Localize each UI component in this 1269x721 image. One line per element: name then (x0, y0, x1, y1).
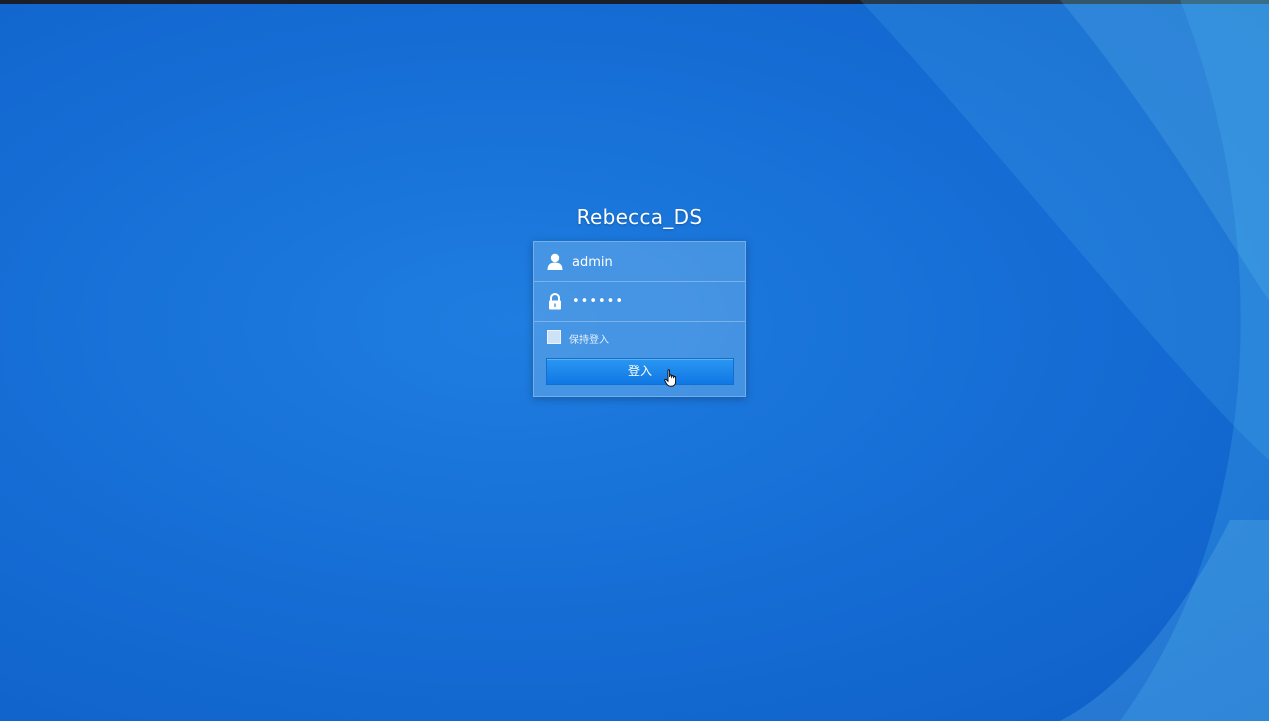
remember-me-label[interactable]: 保持登入 (569, 331, 609, 346)
user-icon (547, 253, 563, 270)
hand-pointer-icon (664, 369, 677, 387)
username-row (534, 242, 745, 282)
password-row: •••••• (534, 282, 745, 322)
lock-icon (549, 293, 561, 310)
username-input[interactable] (572, 251, 737, 273)
server-name-title: Rebecca_DS (576, 205, 703, 229)
login-panel: •••••• 保持登入 登入 (533, 241, 746, 397)
login-button[interactable]: 登入 (546, 358, 734, 385)
remember-me-checkbox[interactable] (547, 330, 561, 344)
password-input[interactable]: •••••• (572, 291, 737, 313)
